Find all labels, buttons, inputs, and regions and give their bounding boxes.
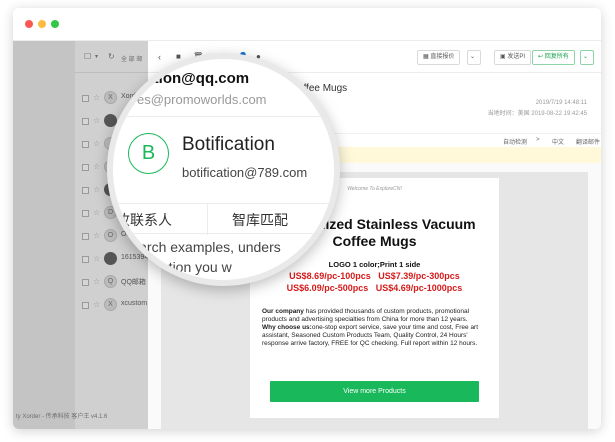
checkbox-icon[interactable]: ☐ <box>84 52 91 61</box>
avatar: X <box>104 298 117 311</box>
star-icon[interactable]: ☆ <box>93 300 100 309</box>
price-1000: US$4.69/pc-1000pcs <box>375 283 463 293</box>
star-icon[interactable]: ☆ <box>93 277 100 286</box>
contact-avatar: B <box>128 133 169 174</box>
list-item[interactable]: ☆ Xxcustom <box>75 294 148 317</box>
star-icon[interactable]: ☆ <box>93 162 100 171</box>
row-checkbox[interactable] <box>82 210 89 217</box>
maximize-window-button[interactable] <box>51 20 59 28</box>
star-icon[interactable]: ☆ <box>93 231 100 240</box>
price-500: US$6.09/pc-500pcs <box>286 283 369 293</box>
promo-paragraph-2: Why choose us:one-stop export service, s… <box>262 324 489 348</box>
promo-paragraph-1: Our company has provided thousands of cu… <box>262 308 489 324</box>
smart-match-button[interactable]: 智库匹配 <box>232 210 288 230</box>
email-local-time: 当地时间：美国 2019-08-22 19:42:45 <box>487 111 587 117</box>
close-window-button[interactable] <box>25 20 33 28</box>
row-checkbox[interactable] <box>82 95 89 102</box>
direct-quote-label: 直接报价 <box>430 54 455 60</box>
star-icon[interactable]: ☆ <box>93 116 100 125</box>
star-icon[interactable]: ☆ <box>93 208 100 217</box>
row-checkbox[interactable] <box>82 118 89 125</box>
add-contact-button[interactable]: 收联系人 <box>116 210 172 230</box>
search-tip: Search examples, unders information you … <box>122 237 281 277</box>
para2-bold: Why choose us: <box>262 324 312 331</box>
divider <box>207 204 208 235</box>
search-tip-line-2: information you w <box>122 259 232 275</box>
reply-all-label: 回复所有 <box>544 54 569 60</box>
email-sent-time: 2019/7/19 14:48:11 <box>535 100 587 106</box>
contact-email: botification@789.com <box>182 165 308 180</box>
row-checkbox[interactable] <box>82 279 89 286</box>
search-tip-line-1: Search examples, unders <box>122 239 281 255</box>
direct-quote-button[interactable]: ▦ 直接报价 <box>417 50 461 65</box>
star-icon[interactable]: ☆ <box>93 93 100 102</box>
minimize-window-button[interactable] <box>38 20 46 28</box>
send-pi-button[interactable]: ▣ 发送PI <box>494 50 532 65</box>
price-row-2: US$6.09/pc-500pcs US$4.69/pc-1000pcs <box>250 283 499 293</box>
star-icon[interactable]: ☆ <box>93 185 100 194</box>
sender-name: xcustom <box>121 300 148 307</box>
reply-all-button[interactable]: ↩ 回复所有 <box>532 50 575 65</box>
title-bar <box>13 8 601 41</box>
row-checkbox[interactable] <box>82 164 89 171</box>
view-products-button[interactable]: View more Products <box>270 381 479 402</box>
price-300: US$7.39/pc-300pcs <box>378 271 460 281</box>
row-checkbox[interactable] <box>82 302 89 309</box>
row-checkbox[interactable] <box>82 233 89 240</box>
translate-source[interactable]: 自动检测 <box>503 137 527 146</box>
magnifier-lens: cation@qq.com es@promoworlds.com B Botif… <box>107 53 340 286</box>
para1-bold: Our company <box>262 308 304 315</box>
promo-body: Our company has provided thousands of cu… <box>262 308 489 348</box>
row-checkbox[interactable] <box>82 141 89 148</box>
star-icon[interactable]: ☆ <box>93 254 100 263</box>
reply-icon: ↩ <box>538 54 545 60</box>
star-icon[interactable]: ☆ <box>93 139 100 148</box>
zoomed-recipient-email: es@promoworlds.com <box>137 92 267 107</box>
divider <box>113 116 334 117</box>
contact-actions: 收联系人 智库匹配 <box>113 203 334 235</box>
contact-name: Botification <box>182 134 275 155</box>
zoomed-sender-email: cation@qq.com <box>137 70 250 87</box>
status-bar: ty Xorder - 传承科技 客户王 v4.1.6 <box>16 414 108 420</box>
reply-dropdown-button[interactable]: ⌄ <box>580 50 594 65</box>
row-checkbox[interactable] <box>82 256 89 263</box>
chevron-down-icon[interactable]: ▾ <box>95 53 98 60</box>
translate-action[interactable]: 翻译邮件 <box>576 137 600 146</box>
row-checkbox[interactable] <box>82 187 89 194</box>
translate-target[interactable]: 中文 <box>552 137 564 146</box>
send-pi-label: 发送PI <box>507 54 526 60</box>
translate-arrow: > <box>536 137 540 143</box>
quote-dropdown-button[interactable]: ⌄ <box>467 50 481 65</box>
